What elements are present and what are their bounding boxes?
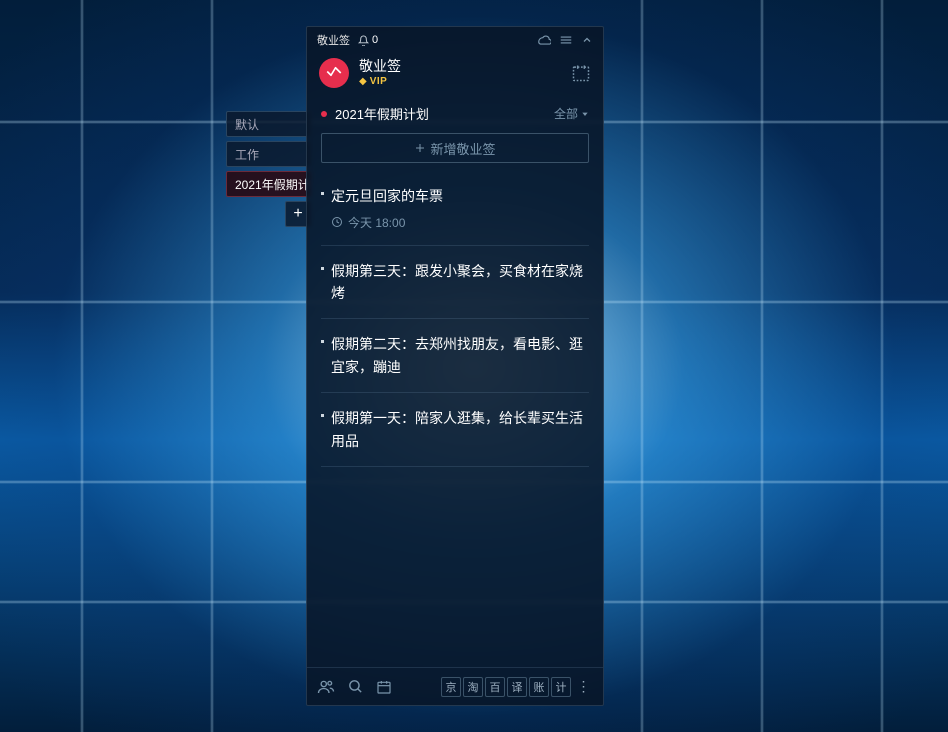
app-logo[interactable] [319, 58, 349, 88]
note-item[interactable]: 假期第二天：去郑州找朋友，看电影、逛宜家，蹦迪 [321, 319, 589, 393]
note-text: 假期第一天：陪家人逛集，给长辈买生活用品 [321, 407, 589, 452]
side-tab-holiday-plan[interactable]: 2021年假期计划 [226, 171, 311, 197]
clock-icon [331, 216, 343, 228]
mini-app-more[interactable]: ⋮ [573, 677, 593, 697]
side-tab-work[interactable]: 工作 [226, 141, 311, 167]
category-side-tabs: 默认 工作 2021年假期计划 + [226, 111, 311, 227]
side-tab-default[interactable]: 默认 [226, 111, 311, 137]
note-text: 定元旦回家的车票 [321, 185, 589, 207]
mini-app-taobao[interactable]: 淘 [463, 677, 483, 697]
add-note-label: 新增敬业签 [430, 139, 495, 158]
reminder-time: 今天 18:00 [348, 214, 405, 231]
note-bullet [321, 267, 324, 270]
filter-dropdown[interactable]: 全部 [554, 105, 589, 122]
note-bullet [321, 414, 324, 417]
note-text: 假期第三天：跟发小聚会，买食材在家烧烤 [321, 260, 589, 305]
mini-apps-tray: 京 淘 百 译 账 计 ⋮ [441, 677, 593, 697]
chevron-down-icon [581, 110, 589, 118]
mini-app-calc[interactable]: 计 [551, 677, 571, 697]
note-item[interactable]: 假期第三天：跟发小聚会，买食材在家烧烤 [321, 246, 589, 320]
note-item[interactable]: 假期第一天：陪家人逛集，给长辈买生活用品 [321, 393, 589, 467]
note-item[interactable]: 定元旦回家的车票 今天 18:00 [321, 171, 589, 245]
calendar-icon[interactable] [571, 63, 591, 83]
vip-label: VIP [370, 75, 388, 88]
notes-list[interactable]: 定元旦回家的车票 今天 18:00 假期第三天：跟发小聚会，买食材在家烧烤 假期… [307, 171, 603, 667]
logo-icon [325, 64, 343, 82]
menu-bars-icon[interactable] [559, 33, 573, 47]
note-bullet [321, 340, 324, 343]
filter-label: 全部 [554, 105, 578, 122]
team-icon[interactable] [317, 678, 335, 696]
note-bullet [321, 192, 324, 195]
app-header: 敬业签 ◆ VIP [307, 53, 603, 98]
calendar-small-icon[interactable] [376, 679, 392, 695]
titlebar[interactable]: 敬业签 0 [307, 27, 603, 53]
note-text: 假期第二天：去郑州找朋友，看电影、逛宜家，蹦迪 [321, 333, 589, 378]
collapse-icon[interactable] [581, 34, 593, 46]
notification-count: 0 [372, 34, 378, 46]
search-icon[interactable] [347, 678, 364, 695]
category-row: 2021年假期计划 全部 [307, 98, 603, 129]
note-reminder: 今天 18:00 [321, 214, 589, 231]
vip-badge[interactable]: ◆ VIP [359, 75, 561, 88]
diamond-icon: ◆ [359, 75, 367, 88]
bottom-toolbar: 京 淘 百 译 账 计 ⋮ [307, 667, 603, 705]
app-window: 敬业签 0 敬业签 ◆ VIP [306, 26, 604, 706]
add-note-button[interactable]: 新增敬业签 [321, 133, 589, 163]
header-app-name: 敬业签 [359, 57, 561, 75]
mini-app-baidu[interactable]: 百 [485, 677, 505, 697]
mini-app-translate[interactable]: 译 [507, 677, 527, 697]
category-color-dot [321, 111, 327, 117]
mini-app-account[interactable]: 账 [529, 677, 549, 697]
mini-app-jd[interactable]: 京 [441, 677, 461, 697]
bell-icon [358, 35, 369, 46]
sync-icon[interactable] [537, 33, 551, 47]
notification-bell[interactable]: 0 [358, 34, 378, 46]
plus-icon [414, 142, 426, 154]
titlebar-app-title: 敬业签 [317, 32, 350, 48]
category-name: 2021年假期计划 [335, 104, 429, 123]
